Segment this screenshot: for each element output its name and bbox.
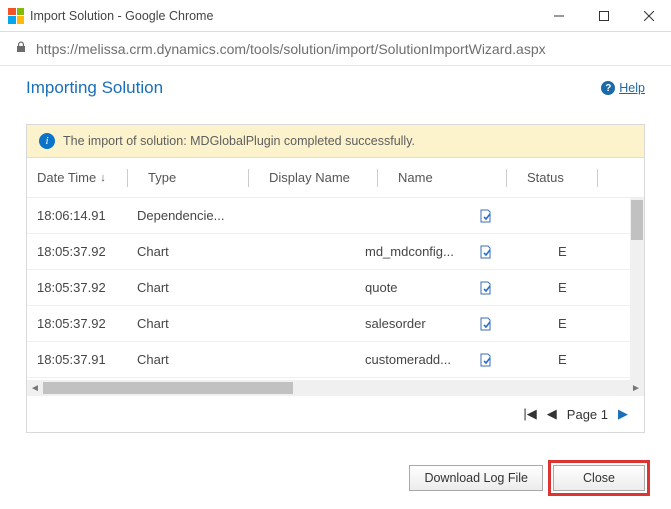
table-row[interactable]: 18:06:14.91Dependencie... — [27, 198, 644, 234]
minimize-icon — [554, 11, 564, 21]
table-row[interactable]: 18:05:37.92Chartmd_mdconfig...E — [27, 234, 644, 270]
banner-message: The import of solution: MDGlobalPlugin c… — [63, 134, 415, 148]
dialog-footer: Download Log File Close — [409, 465, 645, 491]
pager-first-icon[interactable]: |◀ — [523, 406, 536, 422]
horizontal-scrollbar-thumb[interactable] — [43, 382, 293, 394]
pager-label: Page 1 — [567, 407, 608, 422]
pager: |◀ ◀ Page 1 ▶ — [27, 396, 644, 432]
cell-datetime: 18:05:37.91 — [27, 352, 127, 367]
help-icon: ? — [601, 81, 615, 95]
cell-name: quote — [355, 280, 468, 295]
page-title: Importing Solution — [26, 78, 163, 98]
cell-type: Chart — [127, 352, 242, 367]
col-divider — [506, 169, 507, 187]
import-panel: i The import of solution: MDGlobalPlugin… — [26, 124, 645, 433]
cell-status — [468, 352, 548, 368]
cell-status — [468, 316, 548, 332]
status-success-icon — [478, 208, 494, 224]
col-header-datetime[interactable]: Date Time ↓ — [27, 170, 127, 185]
pager-next-icon[interactable]: ▶ — [618, 406, 628, 422]
cell-type: Chart — [127, 280, 242, 295]
address-bar: https://melissa.crm.dynamics.com/tools/s… — [0, 32, 671, 66]
cell-type: Chart — [127, 316, 242, 331]
success-banner: i The import of solution: MDGlobalPlugin… — [27, 125, 644, 158]
vertical-scrollbar[interactable] — [630, 198, 644, 382]
cell-name: md_mdconfig... — [355, 244, 468, 259]
help-label: Help — [619, 81, 645, 95]
cell-name: customeradd... — [355, 352, 468, 367]
scroll-left-icon[interactable]: ◄ — [27, 380, 43, 396]
download-log-button[interactable]: Download Log File — [409, 465, 543, 491]
help-link[interactable]: ? Help — [601, 81, 645, 95]
app-logo-icon — [8, 8, 24, 24]
status-success-icon — [478, 244, 494, 260]
cell-status — [468, 208, 548, 224]
table-row[interactable]: 18:05:37.92ChartsalesorderE — [27, 306, 644, 342]
lock-icon — [14, 40, 28, 57]
table-row[interactable]: 18:05:37.91Chartcustomeradd...E — [27, 342, 644, 378]
results-grid: Date Time ↓ Type Display Name Name Statu… — [27, 158, 644, 432]
content-area: Importing Solution ? Help i The import o… — [0, 66, 671, 433]
horizontal-scrollbar[interactable]: ◄ ► — [27, 380, 644, 396]
status-success-icon — [478, 352, 494, 368]
cell-status — [468, 244, 548, 260]
col-header-displayname[interactable]: Display Name — [259, 170, 377, 185]
col-header-status[interactable]: Status — [517, 170, 597, 185]
scroll-right-icon[interactable]: ► — [628, 380, 644, 396]
window-close-button[interactable] — [626, 0, 671, 32]
cell-name: salesorder — [355, 316, 468, 331]
col-divider — [597, 169, 598, 187]
cell-datetime: 18:05:37.92 — [27, 244, 127, 259]
info-icon: i — [39, 133, 55, 149]
pager-prev-icon[interactable]: ◀ — [547, 406, 557, 422]
col-header-name[interactable]: Name — [388, 170, 506, 185]
status-success-icon — [478, 280, 494, 296]
close-button[interactable]: Close — [553, 465, 645, 491]
cell-type: Chart — [127, 244, 242, 259]
cell-datetime: 18:05:37.92 — [27, 280, 127, 295]
window-maximize-button[interactable] — [581, 0, 626, 32]
grid-body: 18:06:14.91Dependencie...18:05:37.92Char… — [27, 198, 644, 378]
url-text[interactable]: https://melissa.crm.dynamics.com/tools/s… — [36, 41, 546, 57]
col-header-type[interactable]: Type — [138, 170, 248, 185]
col-divider — [248, 169, 249, 187]
table-row[interactable]: 18:05:37.92ChartquoteE — [27, 270, 644, 306]
col-divider — [377, 169, 378, 187]
window-title: Import Solution - Google Chrome — [30, 9, 536, 23]
cell-datetime: 18:06:14.91 — [27, 208, 127, 223]
window-titlebar: Import Solution - Google Chrome — [0, 0, 671, 32]
window-minimize-button[interactable] — [536, 0, 581, 32]
maximize-icon — [599, 11, 609, 21]
sort-desc-icon: ↓ — [100, 172, 106, 184]
col-divider — [127, 169, 128, 187]
grid-header: Date Time ↓ Type Display Name Name Statu… — [27, 158, 644, 198]
cell-type: Dependencie... — [127, 208, 242, 223]
cell-datetime: 18:05:37.92 — [27, 316, 127, 331]
status-success-icon — [478, 316, 494, 332]
cell-status — [468, 280, 548, 296]
close-icon — [644, 11, 654, 21]
vertical-scrollbar-thumb[interactable] — [631, 200, 643, 240]
